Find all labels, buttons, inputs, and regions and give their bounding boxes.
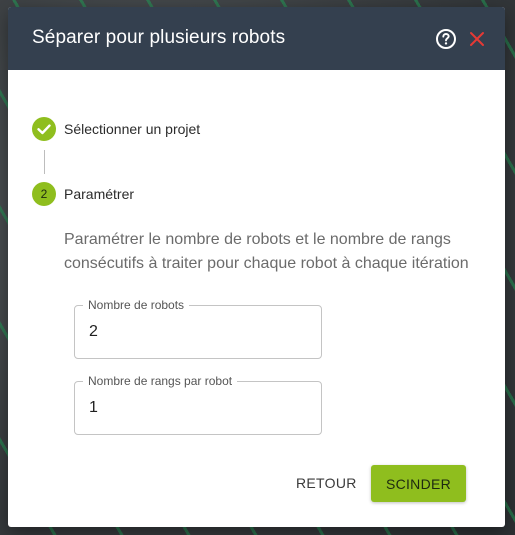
dialog-header: Séparer pour plusieurs robots (8, 7, 505, 70)
split-robots-dialog: Séparer pour plusieurs robots Sélectionn… (8, 7, 505, 527)
robots-count-field[interactable]: Nombre de robots (74, 298, 322, 359)
close-icon[interactable] (466, 28, 488, 50)
field-label: Nombre de robots (83, 298, 190, 312)
step-connector (44, 150, 45, 174)
split-button[interactable]: SCINDER (371, 465, 466, 502)
step-number: 2 (40, 187, 48, 201)
dialog-title: Séparer pour plusieurs robots (32, 27, 286, 48)
step-description: Paramétrer le nombre de robots et le nom… (64, 231, 469, 272)
rows-per-robot-input[interactable] (89, 399, 289, 417)
back-button[interactable]: RETOUR (288, 466, 365, 500)
step-label: Sélectionner un projet (64, 121, 201, 137)
field-label: Nombre de rangs par robot (83, 374, 238, 388)
step-label: Paramétrer (64, 186, 135, 202)
help-icon[interactable] (435, 28, 457, 50)
robots-count-input[interactable] (89, 323, 289, 341)
check-icon (32, 117, 56, 141)
rows-per-robot-field[interactable]: Nombre de rangs par robot (74, 374, 322, 435)
step-number-badge: 2 (32, 182, 56, 206)
